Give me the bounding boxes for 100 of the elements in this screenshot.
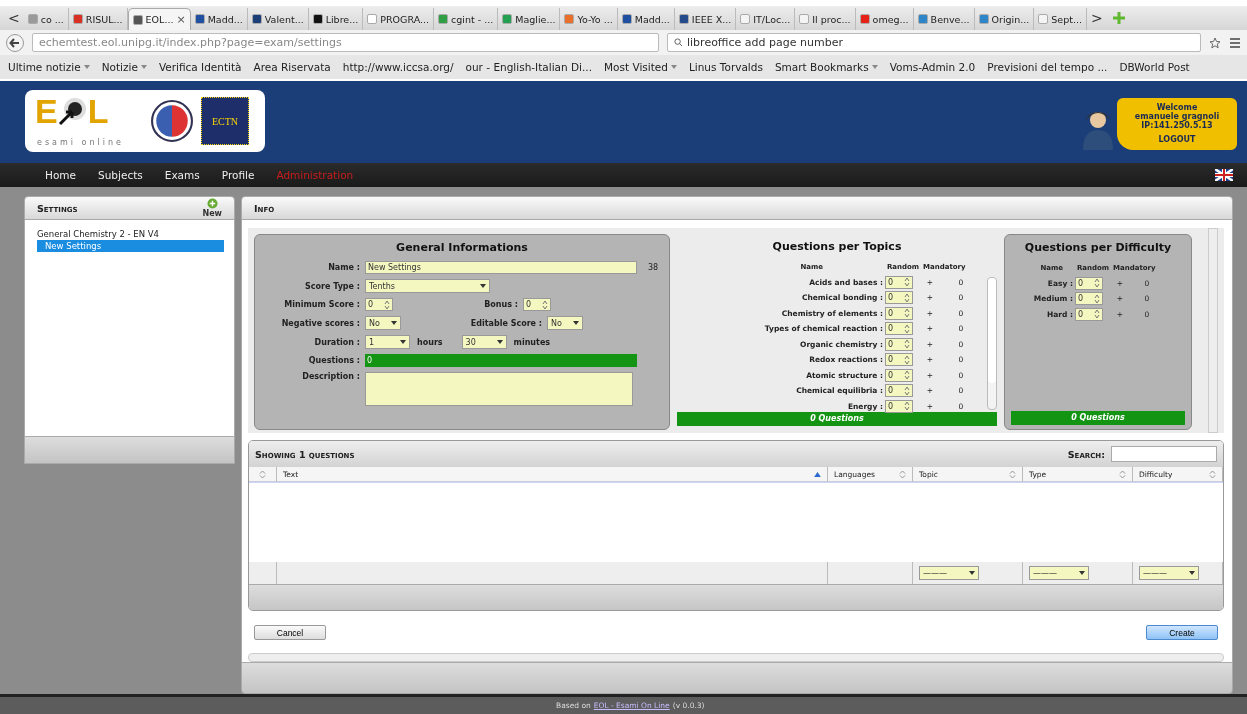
scrollbar[interactable] (1208, 228, 1218, 433)
back-icon[interactable] (6, 33, 24, 52)
caret-icon (496, 340, 503, 344)
star-icon[interactable] (1209, 36, 1221, 49)
column-filter-dropdown[interactable]: ——— (1029, 566, 1089, 580)
tab-title: Benve... (930, 13, 970, 25)
spinner-arrows-icon (904, 277, 910, 288)
questions-count-bar: 0 (365, 354, 637, 367)
bookmark[interactable]: Voms-Admin 2.0 (889, 61, 976, 73)
column-filter-dropdown[interactable]: ——— (1139, 566, 1199, 580)
bookmark[interactable]: Ultime notizie (8, 61, 90, 73)
field-label: Editable Score : (469, 318, 542, 328)
bookmark[interactable]: Previsioni del tempo ... (987, 61, 1108, 73)
logout-link[interactable]: LOGOUT (1158, 135, 1196, 144)
minutes-dropdown[interactable]: 30 (461, 335, 507, 349)
search-label: Search: (1067, 448, 1105, 460)
tab-title: Origin... (991, 13, 1030, 25)
nav-link[interactable]: Home (45, 169, 76, 181)
unit-label: hours (417, 337, 443, 347)
negative-scores-dropdown[interactable]: No (365, 316, 401, 330)
field-label: Score Type : (304, 281, 360, 291)
welcome-text: Welcome (1156, 103, 1198, 112)
tree-item[interactable]: New Settings (37, 240, 224, 252)
spinner-arrows-icon (1094, 309, 1100, 320)
random-count-spinner[interactable]: 0 (1075, 276, 1103, 290)
scrollbar[interactable] (987, 277, 997, 410)
random-count-spinner[interactable]: 0 (885, 353, 913, 367)
bookmark[interactable]: Smart Bookmarks (774, 61, 878, 73)
sort-icon (259, 469, 266, 479)
field-label: Description : (301, 372, 360, 381)
tab-title: Sept... (1051, 13, 1082, 25)
spinner-arrows-icon (904, 385, 910, 396)
browser-tab[interactable]: EOL... × (127, 8, 191, 30)
address-bar[interactable]: echemtest.eol.unipg.it/index.php?page=exam/settings (32, 33, 659, 52)
create-button[interactable]: Create (1146, 625, 1218, 640)
random-count-spinner[interactable]: 0 (1075, 292, 1103, 306)
questions-total-bar: 0 Questions (677, 412, 997, 426)
random-count-spinner[interactable]: 0 (885, 291, 913, 305)
nav-link[interactable]: Profile (221, 169, 255, 181)
bookmark[interactable]: DBWorld Post (1119, 61, 1190, 73)
bonus-spinner[interactable]: 0 (523, 298, 551, 311)
sort-icon (1209, 469, 1216, 479)
bookmark[interactable]: Linus Torvalds (688, 61, 763, 73)
menu-icon[interactable] (1229, 36, 1241, 49)
cancel-button[interactable]: Cancel (254, 625, 326, 640)
tab-title: Il proc... (812, 13, 851, 25)
name-field[interactable]: New Settings (365, 261, 637, 274)
random-count-spinner[interactable]: 0 (885, 337, 913, 351)
tab-title: Libre... (325, 13, 359, 25)
add-icon (206, 198, 218, 209)
logo-letter: L (87, 94, 109, 128)
user-silhouette-icon (1083, 110, 1113, 150)
tab-title: IEEE X... (691, 13, 732, 25)
panel-title: General Informations (395, 241, 529, 254)
nav-link[interactable]: Subjects (98, 169, 143, 181)
column-filter-dropdown[interactable]: ——— (919, 566, 979, 580)
logo-tagline: esami online (37, 138, 124, 147)
scrollbar[interactable] (248, 653, 1224, 662)
field-label: Duration : (313, 337, 360, 347)
uk-flag-icon[interactable] (1215, 169, 1233, 181)
new-button[interactable]: New (202, 198, 222, 218)
editable-score-dropdown[interactable]: No (547, 316, 583, 330)
tab-title: omeg... (872, 13, 909, 25)
random-count-spinner[interactable]: 0 (885, 322, 913, 336)
search-field[interactable]: libreoffice add page number (667, 33, 1201, 52)
scroll-right-icon[interactable]: > (1087, 10, 1107, 26)
spinner-arrows-icon (904, 401, 910, 412)
search-field[interactable] (1111, 446, 1217, 462)
score-type-dropdown[interactable]: Tenths (365, 279, 490, 293)
random-count-spinner[interactable]: 0 (885, 399, 913, 413)
random-count-spinner[interactable]: 0 (1075, 307, 1103, 321)
hours-dropdown[interactable]: 1 (365, 335, 410, 349)
spinner-arrows-icon (1094, 293, 1100, 304)
tab-title: PROGRA... (380, 13, 430, 25)
random-count-spinner[interactable]: 0 (885, 306, 913, 320)
bookmark[interactable]: Area Riservata (253, 61, 331, 73)
random-count-spinner[interactable]: 0 (885, 275, 913, 289)
sort-ascending-icon (814, 471, 821, 477)
bookmark[interactable]: Most Visited (604, 61, 677, 73)
sort-icon (899, 469, 906, 479)
field-label: Questions : (307, 356, 360, 365)
scroll-left-icon[interactable]: < (4, 10, 24, 26)
bookmark[interactable]: our - English-Italian Di... (465, 61, 592, 73)
column-header[interactable] (249, 467, 277, 482)
new-tab-icon[interactable] (1112, 12, 1125, 24)
tree-item[interactable]: General Chemistry 2 - EN V4 (37, 228, 224, 240)
spinner-arrows-icon (904, 370, 910, 381)
random-count-spinner[interactable]: 0 (885, 368, 913, 382)
random-count-spinner[interactable]: 0 (885, 384, 913, 398)
bookmark[interactable]: Verifica Identità (158, 61, 242, 73)
bookmark[interactable]: Notizie (101, 61, 147, 73)
bookmark[interactable]: http://www.iccsa.org/ (342, 61, 454, 73)
spinner-arrows-icon (904, 292, 910, 303)
caret-icon (573, 321, 579, 325)
panel-title: Questions per Topics (771, 240, 903, 253)
description-field[interactable] (365, 372, 633, 406)
close-icon[interactable]: × (176, 13, 186, 26)
nav-link[interactable]: Exams (164, 169, 200, 181)
minimum-score-spinner[interactable]: 0 (365, 298, 393, 311)
sort-icon (1119, 469, 1126, 479)
